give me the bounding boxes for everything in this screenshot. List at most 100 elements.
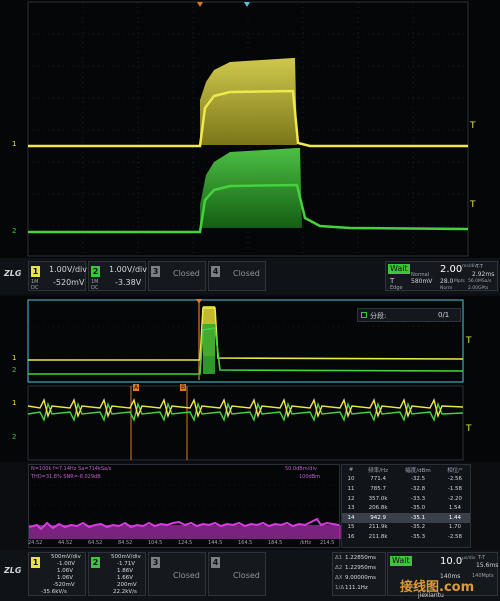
bottom-t-label: T-T: [478, 555, 485, 561]
ch2-coupling: DC: [91, 285, 99, 291]
fft-tick: 164.5: [238, 540, 253, 546]
header-cell: 幅度/dBm: [405, 467, 431, 474]
main-waveform-canvas: [27, 1, 469, 257]
zoom-ch1-marker[interactable]: 1: [12, 354, 16, 362]
ch2-volts-div: 1.00V/div: [109, 265, 148, 274]
bottom-t-value: 15.6ms: [476, 562, 499, 569]
segment-indicator[interactable]: 分段: 0/1: [357, 308, 461, 322]
header-cell: 频率/Hz: [368, 467, 389, 474]
cursor-l1: Δ1: [335, 555, 343, 561]
fft-scale: 50.0dBm/div: [285, 466, 317, 472]
ch3-state: Closed: [173, 269, 200, 278]
cell: 357.0k: [368, 495, 388, 502]
trigger-level-marker-2[interactable]: T: [470, 200, 476, 210]
cell: 1.44: [439, 512, 470, 523]
trigger-level-marker[interactable]: T: [470, 121, 476, 131]
bottom-run-state[interactable]: Wait: [390, 556, 412, 566]
bottom-ch3-state: Closed: [173, 571, 200, 580]
acq-points: 2.00GPts: [468, 286, 489, 291]
table-row[interactable]: 16 211.8k -35.3 -2.58: [342, 532, 470, 542]
cursor-b-handle[interactable]: B: [180, 384, 187, 391]
acquisition-status-box[interactable]: Wait T Edge Normal 580mV 2.00 ms/div T-T…: [385, 261, 498, 291]
ch2-settings-box[interactable]: 2 1M DC 1.00V/div -3.38V: [88, 261, 148, 291]
cell: 942.9: [360, 512, 397, 523]
cursor-readout-box[interactable]: Δ1 1.22850ms Δ2 1.22950ms ΔX 9.00000ms 1…: [332, 552, 386, 596]
cell: 206.8k: [368, 505, 388, 512]
cell: 211.8k: [368, 533, 388, 540]
table-row[interactable]: 15 211.9k -35.2 1.70: [342, 523, 470, 533]
table-row[interactable]: 11 785.7 -32.8 -1.58: [342, 484, 470, 494]
cell: 10: [347, 476, 355, 483]
run-state-label[interactable]: Wait: [388, 264, 410, 274]
cursor-trigger-level-marker[interactable]: T: [466, 424, 472, 434]
cell: 15: [347, 524, 355, 531]
bottom-ch4-badge: 4: [211, 557, 220, 568]
cursor-waveform-view[interactable]: A B 1 2 T: [0, 384, 500, 462]
bottom-ch1-box[interactable]: 1 500mV/div -1.00V 1.06V 1.06V -520mV -3…: [28, 552, 86, 596]
cursor-waveform-canvas: [27, 385, 464, 461]
ch3-settings-box[interactable]: 3 Closed: [148, 261, 206, 291]
ch1-badge: 1: [31, 266, 40, 277]
memory-depth: 28.0: [440, 278, 454, 285]
fft-info-line1: N=100k f=7.14Hz Sa=714kSa/s: [31, 466, 112, 472]
segment-checkbox-icon[interactable]: [361, 312, 367, 318]
cursor-l4: 1/Δ: [335, 585, 345, 591]
ch1-settings-box[interactable]: 1 1M DC 1.00V/div -520mV: [28, 261, 87, 291]
t-offset-label: T-T: [476, 264, 483, 270]
zoom-trigger-level-marker[interactable]: T: [466, 336, 472, 346]
fft-tick: 64.52: [88, 540, 103, 546]
table-row[interactable]: 13 206.8k -35.0 1.54: [342, 503, 470, 513]
bottom-ch4-box[interactable]: 4 Closed: [208, 552, 266, 596]
bottom-ch1-offset: -1.00V: [57, 561, 75, 567]
trigger-t-label: T: [390, 277, 395, 285]
table-row-selected[interactable]: 14 942.9 -35.1 1.44: [342, 512, 470, 523]
cell: -32.5: [410, 476, 426, 483]
fft-tick: /kHz: [300, 540, 311, 546]
cursor-v1: 1.22850ms: [345, 555, 376, 561]
fft-spectrum-view[interactable]: N=100k f=7.14Hz Sa=714kSa/s THD=31.8% SN…: [28, 464, 341, 548]
table-row[interactable]: 10 771.4 -32.5 -2.56: [342, 475, 470, 485]
ch4-state: Closed: [233, 269, 260, 278]
header-cell: 相位/°: [447, 467, 463, 474]
bottom-ch2-box[interactable]: 2 500mV/div -1.71V 1.86V 1.66V 200mV 22.…: [88, 552, 146, 596]
cell: -2.58: [447, 533, 463, 540]
cell: -2.20: [447, 495, 463, 502]
bottom-pts: 140Mpts: [472, 573, 494, 579]
fft-tick: 104.5: [148, 540, 163, 546]
fft-tick: 184.5: [268, 540, 283, 546]
bottom-ch4-state: Closed: [233, 571, 260, 580]
table-row[interactable]: 12 357.0k -33.3 -2.20: [342, 494, 470, 504]
zoom-waveform-view[interactable]: 分段: 0/1 1 2 T: [0, 296, 500, 384]
cell: 12: [347, 495, 355, 502]
ch1-level-marker[interactable]: 1: [12, 140, 16, 148]
zlg-logo: ZLG: [4, 269, 22, 278]
bottom-ch3-badge: 3: [151, 557, 160, 568]
zoom-ch2-marker[interactable]: 2: [12, 366, 16, 374]
t-offset-value: 2.92ms: [472, 271, 495, 278]
ch2-level-marker[interactable]: 2: [12, 227, 16, 235]
top-channel-bar: ZLG 1 1M DC 1.00V/div -520mV 2 1M DC 1.0…: [0, 258, 500, 294]
main-waveform-view[interactable]: 1 2 T T: [0, 0, 500, 258]
cursor-a-handle[interactable]: A: [133, 384, 140, 391]
bottom-ch2-vdiv: 500mV/div: [111, 554, 141, 560]
fft-tick: 44.52: [58, 540, 73, 546]
zlg-logo-bottom: ZLG: [4, 566, 22, 575]
cell: -35.1: [396, 512, 440, 523]
ch4-settings-box[interactable]: 4 Closed: [208, 261, 266, 291]
harmonics-table-panel[interactable]: # 频率/Hz 幅度/dBm 相位/° 10 771.4 -32.5 -2.56 11…: [341, 464, 471, 548]
cursor-ch2-marker[interactable]: 2: [12, 433, 16, 441]
cell: 1.70: [448, 524, 462, 531]
fft-axis: 24.52 44.52 64.52 84.52 104.5 124.5 144.…: [28, 540, 340, 548]
cell: 785.7: [370, 485, 386, 492]
cursor-v4: 111.1Hz: [345, 585, 368, 591]
bottom-timebase[interactable]: 10.0: [440, 556, 462, 567]
timebase-value[interactable]: 2.00: [440, 264, 462, 275]
fft-info-line2: THD=31.8% SNR=-8.029dB: [31, 474, 101, 480]
time-reference-marker: [244, 2, 250, 7]
cell: -33.3: [410, 495, 426, 502]
cell: -2.56: [447, 476, 463, 483]
bottom-ch3-box[interactable]: 3 Closed: [148, 552, 206, 596]
cell: 771.4: [370, 476, 386, 483]
cursor-ch1-marker[interactable]: 1: [12, 399, 16, 407]
bottom-ch2-badge: 2: [91, 557, 100, 568]
